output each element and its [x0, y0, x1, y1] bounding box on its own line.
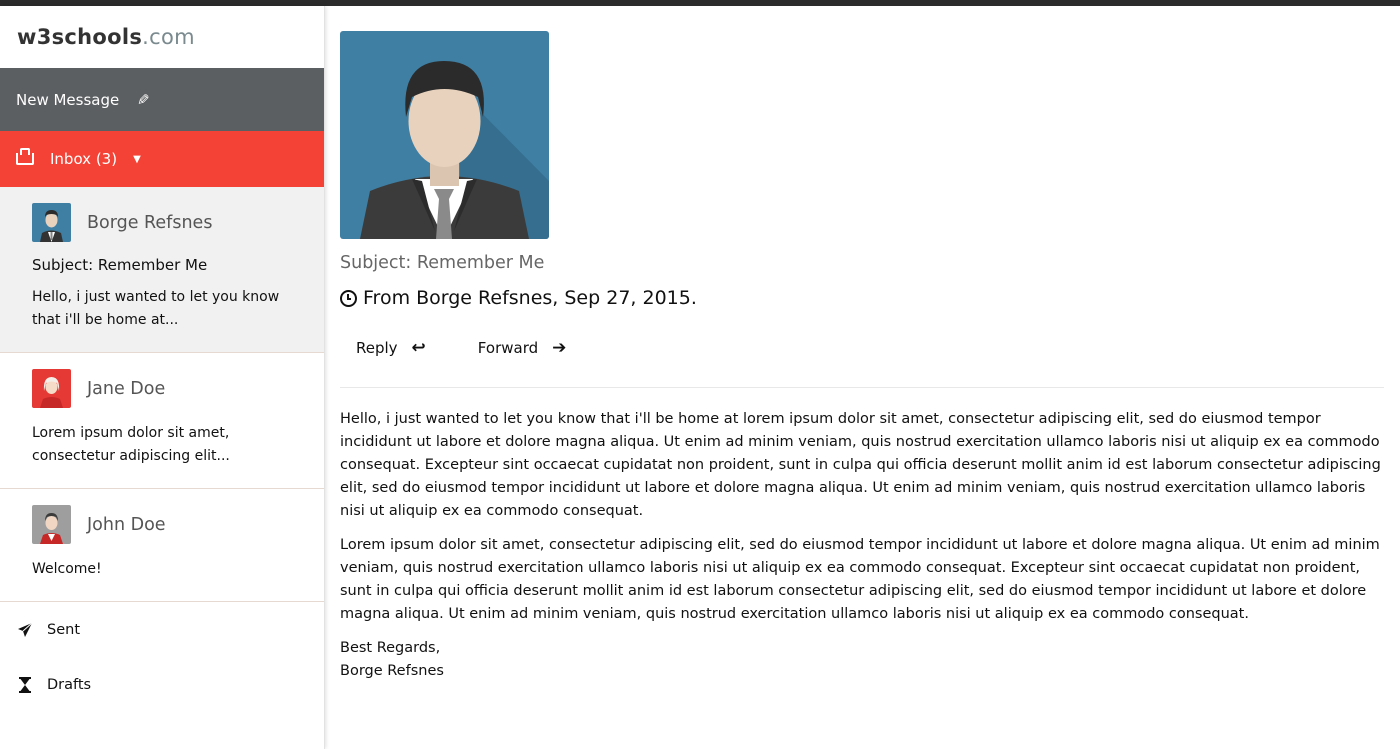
avatar	[32, 203, 71, 242]
avatar	[32, 369, 71, 408]
sidebar-item-sent[interactable]: Sent	[0, 602, 324, 657]
reply-label: Reply	[356, 339, 398, 357]
arrow-right-icon: ➔	[552, 338, 567, 358]
sidebar-item-label: Drafts	[47, 676, 92, 693]
message-paragraph: Hello, i just wanted to let you know tha…	[340, 411, 1381, 519]
mail-sender-name: Jane Doe	[87, 378, 166, 399]
forward-button[interactable]: Forward ➔	[462, 338, 583, 358]
new-message-label: New Message	[16, 90, 120, 109]
message-from: From Borge Refsnes, Sep 27, 2015.	[363, 287, 697, 309]
hourglass-icon	[16, 676, 34, 693]
pencil-icon: ✎	[137, 90, 150, 109]
mail-sender-name: Borge Refsnes	[87, 212, 213, 233]
mail-subject: Subject: Remember Me	[32, 256, 208, 274]
w3schools-logo[interactable]: w3schools .com	[0, 6, 324, 68]
mail-sender-name: John Doe	[87, 514, 166, 535]
logo-main: w3schools	[17, 25, 143, 49]
message-signature: Best Regards, Borge Refsnes	[340, 637, 1384, 683]
mail-item-john-doe[interactable]: John Doe Welcome!	[0, 489, 324, 602]
divider	[340, 387, 1384, 388]
sender-avatar	[340, 31, 549, 239]
message-subject: Subject: Remember Me	[340, 253, 545, 273]
message-from-line: From Borge Refsnes, Sep 27, 2015.	[340, 287, 1384, 309]
clock-icon	[340, 290, 357, 307]
mail-item-jane-doe[interactable]: Jane Doe Lorem ipsum dolor sit amet, con…	[0, 353, 324, 489]
mail-preview: Hello, i just wanted to let you know tha…	[32, 289, 280, 328]
signature-line: Best Regards,	[340, 640, 441, 656]
reply-button[interactable]: Reply ↩	[340, 338, 442, 358]
mail-preview: Lorem ipsum dolor sit amet, consectetur …	[32, 425, 230, 464]
mail-item-borge-refsnes[interactable]: Borge Refsnes Subject: Remember Me Hello…	[0, 187, 324, 353]
sidebar-item-drafts[interactable]: Drafts	[0, 657, 324, 712]
message-actions: Reply ↩ Forward ➔	[340, 329, 1384, 367]
mail-preview: Welcome!	[32, 561, 102, 577]
forward-label: Forward	[477, 339, 539, 357]
caret-down-icon: ▼	[133, 153, 141, 165]
paper-plane-icon	[16, 622, 34, 638]
message-body: Hello, i just wanted to let you know tha…	[340, 408, 1384, 626]
sidebar: w3schools .com New Message ✎ Inbox (3) ▼ …	[0, 6, 325, 749]
inbox-label: Inbox (3)	[50, 150, 118, 168]
message-paragraph: Lorem ipsum dolor sit amet, consectetur …	[340, 537, 1380, 622]
new-message-button[interactable]: New Message ✎	[0, 68, 324, 131]
sidebar-item-label: Sent	[47, 621, 81, 638]
reply-icon: ↩	[411, 338, 426, 358]
avatar	[32, 505, 71, 544]
logo-suffix: .com	[142, 25, 195, 49]
inbox-toggle[interactable]: Inbox (3) ▼	[0, 131, 324, 187]
signature-line: Borge Refsnes	[340, 663, 444, 679]
message-view: Subject: Remember Me From Borge Refsnes,…	[340, 31, 1384, 683]
inbox-icon	[16, 148, 34, 165]
